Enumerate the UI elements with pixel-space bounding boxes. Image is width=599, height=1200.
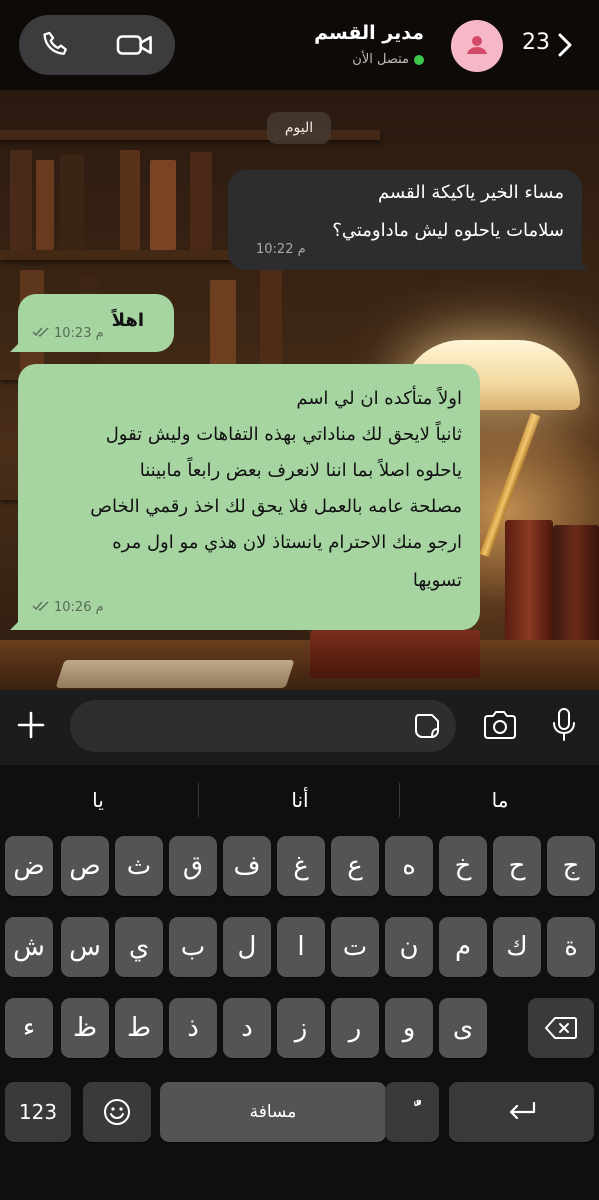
book bbox=[60, 154, 84, 250]
key[interactable]: ة bbox=[547, 917, 595, 977]
suggestion-divider bbox=[198, 783, 199, 817]
book bbox=[190, 152, 212, 250]
desk-book bbox=[310, 630, 480, 678]
key[interactable]: خ bbox=[439, 836, 487, 896]
message-text: ثانياً لايحق لك مناداتي بهذه التفاهات ول… bbox=[105, 424, 462, 445]
key[interactable]: ب bbox=[169, 917, 217, 977]
book bbox=[36, 160, 54, 250]
key[interactable]: ض bbox=[5, 836, 53, 896]
message-input[interactable] bbox=[70, 700, 456, 752]
key[interactable]: ه bbox=[385, 836, 433, 896]
key[interactable]: ء bbox=[5, 998, 53, 1058]
chevron-right-icon bbox=[555, 30, 575, 60]
avatar[interactable] bbox=[451, 20, 503, 72]
message-time: 10:22 م bbox=[256, 242, 306, 257]
key[interactable]: ن bbox=[385, 917, 433, 977]
key[interactable]: س bbox=[61, 917, 109, 977]
suggestion[interactable]: ما bbox=[440, 788, 560, 812]
key[interactable]: ص bbox=[61, 836, 109, 896]
key[interactable]: ى bbox=[439, 998, 487, 1058]
suggestion[interactable]: أنا bbox=[240, 788, 360, 812]
message-text: تسويها bbox=[412, 570, 462, 591]
numbers-key[interactable]: 123 bbox=[5, 1082, 71, 1142]
key[interactable]: ت bbox=[331, 917, 379, 977]
camera-icon[interactable] bbox=[481, 708, 519, 744]
key[interactable]: ح bbox=[493, 836, 541, 896]
key[interactable]: ج bbox=[547, 836, 595, 896]
microphone-icon[interactable] bbox=[551, 706, 577, 744]
online-indicator bbox=[414, 54, 424, 65]
book bbox=[260, 270, 282, 370]
key[interactable]: ث bbox=[115, 836, 163, 896]
date-chip: اليوم bbox=[267, 112, 331, 144]
message-time: 10:26 م bbox=[32, 600, 104, 615]
key[interactable]: ك bbox=[493, 917, 541, 977]
message-bubble-incoming[interactable]: مساء الخير ياكيكة القسم سلامات ياحلوه لي… bbox=[228, 170, 588, 270]
phone-icon[interactable] bbox=[40, 28, 74, 62]
return-icon bbox=[509, 1101, 535, 1120]
message-bubble-outgoing[interactable]: اولاً متأكده ان لي اسم ثانياً لايحق لك م… bbox=[10, 364, 480, 630]
suggestion-divider bbox=[399, 783, 400, 817]
backspace-key[interactable] bbox=[528, 998, 594, 1058]
book bbox=[210, 280, 236, 370]
key[interactable]: ل bbox=[223, 917, 271, 977]
message-text: سلامات ياحلوه ليش ماداومتي؟ bbox=[332, 220, 564, 241]
message-text: ارجو منك الاحترام يانستاذ لان هذي مو اول… bbox=[112, 532, 462, 553]
contact-status-row: متصل الأن bbox=[352, 52, 424, 67]
key[interactable]: د bbox=[223, 998, 271, 1058]
key[interactable]: ط bbox=[115, 998, 163, 1058]
key[interactable]: ظ bbox=[61, 998, 109, 1058]
key[interactable]: ع bbox=[331, 836, 379, 896]
desk-paper bbox=[55, 660, 295, 688]
emoji-key[interactable] bbox=[83, 1082, 151, 1142]
space-key[interactable]: مسافة bbox=[160, 1082, 386, 1142]
book bbox=[120, 150, 140, 250]
double-check-icon bbox=[32, 600, 50, 615]
message-text: اولاً متأكده ان لي اسم bbox=[296, 388, 462, 409]
book bbox=[10, 150, 32, 250]
book-stack bbox=[505, 520, 553, 660]
message-text: ياحلوه اصلاً بما اننا لانعرف بعض رابعاً … bbox=[139, 460, 462, 481]
book bbox=[150, 160, 176, 250]
key[interactable]: ذ bbox=[169, 998, 217, 1058]
key[interactable]: م bbox=[439, 917, 487, 977]
key[interactable]: ق bbox=[169, 836, 217, 896]
key[interactable]: ا bbox=[277, 917, 325, 977]
message-text: مساء الخير ياكيكة القسم bbox=[378, 182, 564, 203]
contact-name[interactable]: مدير القسم bbox=[314, 22, 424, 44]
person-icon bbox=[467, 36, 487, 54]
suggestion[interactable]: يا bbox=[38, 788, 158, 812]
double-check-icon bbox=[32, 326, 50, 341]
message-text: مصلحة عامه بالعمل فلا يحق لك اخذ رقمي ال… bbox=[90, 496, 462, 517]
message-time: 10:23 م bbox=[32, 326, 104, 341]
key[interactable]: ش bbox=[5, 917, 53, 977]
sticker-icon[interactable] bbox=[412, 711, 442, 741]
key[interactable]: غ bbox=[277, 836, 325, 896]
diacritic-key[interactable]: ٌّ bbox=[385, 1082, 439, 1142]
key[interactable]: و bbox=[385, 998, 433, 1058]
message-bubble-outgoing[interactable]: اهلاً 10:23 م bbox=[10, 294, 174, 352]
contact-status: متصل الأن bbox=[352, 52, 409, 67]
key[interactable]: ي bbox=[115, 917, 163, 977]
key[interactable]: ف bbox=[223, 836, 271, 896]
key[interactable]: ز bbox=[277, 998, 325, 1058]
return-key[interactable] bbox=[449, 1082, 594, 1142]
plus-icon[interactable] bbox=[14, 708, 48, 742]
key[interactable]: ر bbox=[331, 998, 379, 1058]
backspace-icon bbox=[545, 1017, 577, 1039]
emoji-icon bbox=[104, 1099, 130, 1125]
unread-count: 23 bbox=[522, 30, 550, 55]
video-camera-icon[interactable] bbox=[115, 28, 155, 62]
message-text: اهلاً bbox=[111, 310, 144, 331]
